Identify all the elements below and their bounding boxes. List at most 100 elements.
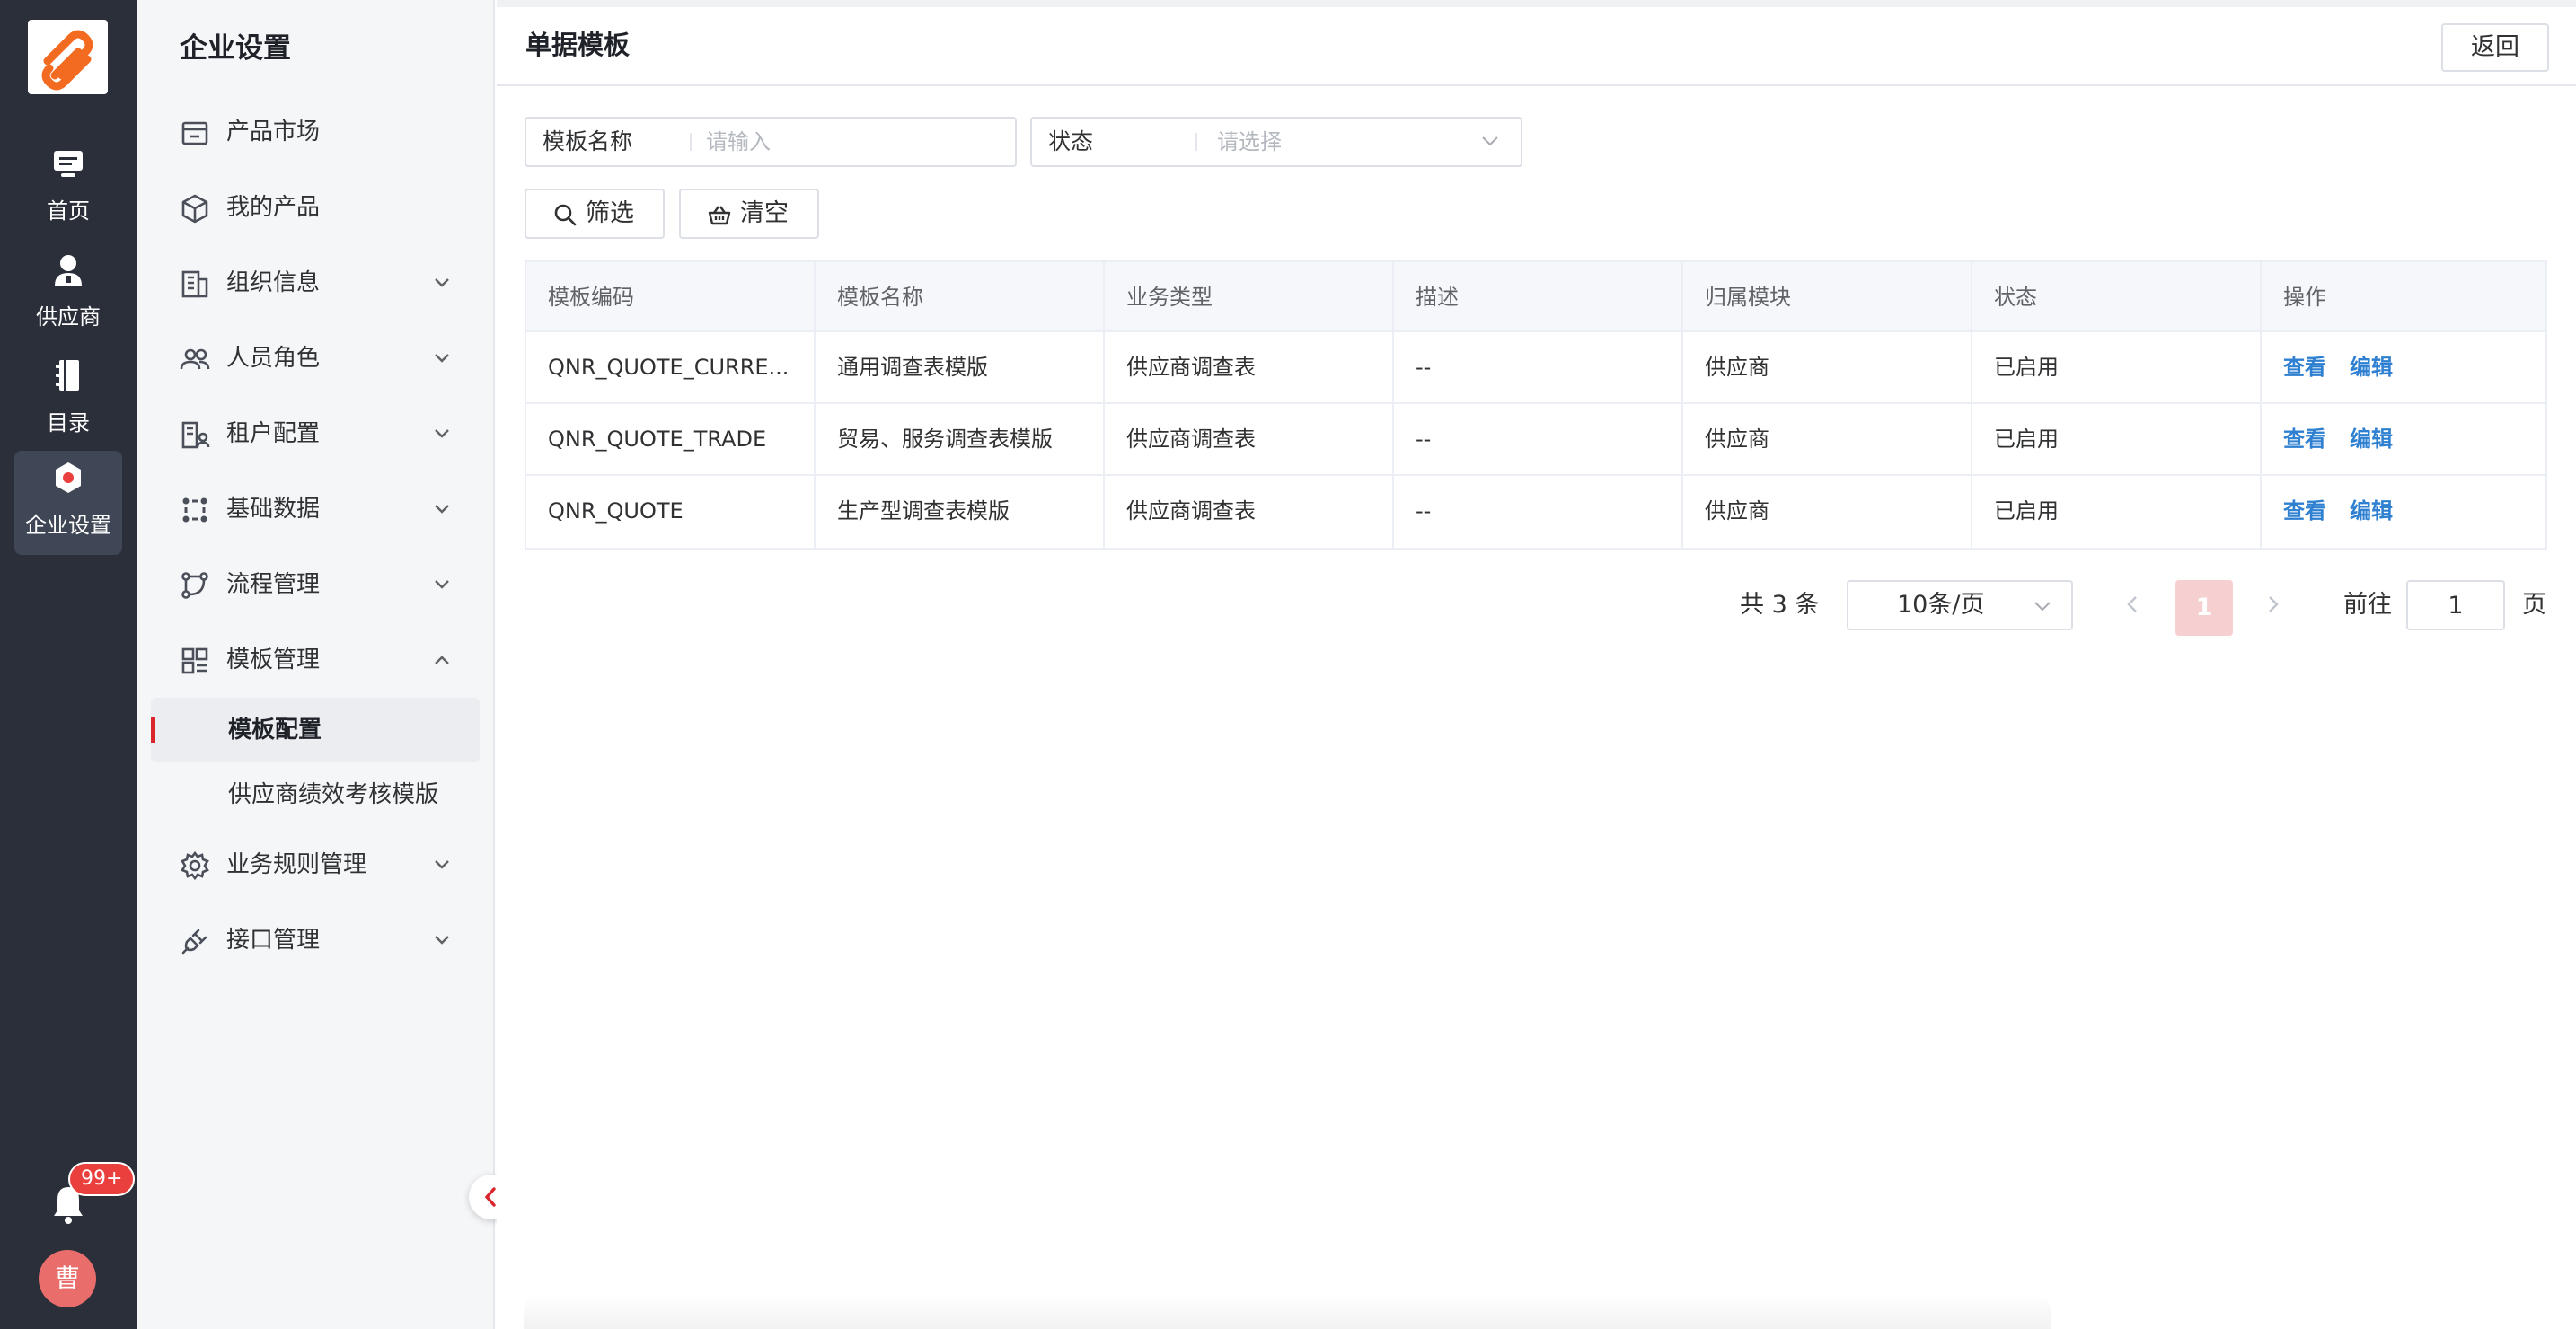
- cell-biz-type: 供应商调查表: [1105, 476, 1394, 548]
- edit-link[interactable]: 编辑: [2350, 427, 2393, 452]
- edit-link[interactable]: 编辑: [2350, 355, 2393, 380]
- column-header: 状态: [1972, 262, 2262, 330]
- cell-actions: 查看 编辑: [2262, 476, 2547, 548]
- column-header: 模板编码: [526, 262, 816, 330]
- catalog-book-icon: [56, 360, 79, 391]
- status-label: 状态: [1048, 128, 1094, 154]
- chevron-down-icon: [435, 278, 449, 287]
- cell-module: 供应商: [1683, 476, 1972, 548]
- pagination-total: 共 3 条: [1740, 591, 1820, 619]
- menu-item-business-rules[interactable]: 业务规则管理: [137, 838, 495, 892]
- view-link[interactable]: 查看: [2283, 427, 2326, 452]
- logo-icon: [41, 30, 93, 91]
- table-row: QNR_QUOTE_CURRE... 通用调查表模版 供应商调查表 -- 供应商…: [526, 332, 2545, 404]
- menu-item-label: 接口管理: [226, 927, 321, 954]
- rail-item-supplier[interactable]: 供应商: [14, 242, 122, 347]
- menu-item-template-management[interactable]: 模板管理: [137, 633, 495, 687]
- view-link[interactable]: 查看: [2283, 355, 2326, 380]
- active-indicator: [151, 717, 155, 743]
- menu-item-label: 组织信息: [226, 269, 321, 296]
- page-title: 单据模板: [525, 30, 631, 60]
- brand-logo[interactable]: [28, 20, 108, 94]
- menu-item-product-market[interactable]: 产品市场: [137, 105, 495, 159]
- goto-page-input[interactable]: [2406, 580, 2505, 630]
- people-icon: [180, 348, 210, 370]
- clear-button[interactable]: 清空: [679, 189, 819, 239]
- settings-menu: 企业设置 产品市场 我的产品 组织信息 人员角色 租户配置 基础数据 流程管理 …: [137, 0, 495, 1329]
- menu-item-label: 租户配置: [226, 420, 321, 447]
- next-page-button[interactable]: [2259, 591, 2286, 618]
- submenu-item-supplier-performance-template[interactable]: 供应商绩效考核模版: [151, 762, 480, 827]
- cell-code: QNR_QUOTE: [526, 476, 816, 548]
- rail-item-catalog[interactable]: 目录: [14, 348, 122, 453]
- column-header: 业务类型: [1105, 262, 1394, 330]
- back-button[interactable]: 返回: [2441, 23, 2549, 72]
- menu-item-flow-management[interactable]: 流程管理: [137, 558, 495, 612]
- cell-code: QNR_QUOTE_CURRE...: [526, 332, 816, 402]
- submenu-item-label: 模板配置: [228, 717, 322, 744]
- submenu-item-template-config[interactable]: 模板配置: [151, 698, 480, 762]
- page-size-select[interactable]: 10条/页: [1847, 580, 2073, 630]
- cell-actions: 查看 编辑: [2262, 404, 2547, 474]
- plug-icon: [181, 929, 207, 955]
- table-row: QNR_QUOTE 生产型调查表模版 供应商调查表 -- 供应商 已启用 查看编…: [526, 476, 2545, 548]
- menu-item-org-info[interactable]: 组织信息: [137, 256, 495, 310]
- chevron-down-icon: [435, 936, 449, 945]
- rail-item-label: 目录: [47, 410, 90, 436]
- cell-actions: 查看 编辑: [2262, 332, 2547, 402]
- filter-button[interactable]: 筛选: [525, 189, 665, 239]
- chevron-down-icon: [2034, 602, 2051, 612]
- cell-module: 供应商: [1683, 404, 1972, 474]
- menu-item-interface-management[interactable]: 接口管理: [137, 913, 495, 967]
- table-header-row: 模板编码 模板名称 业务类型 描述 归属模块 状态 操作: [526, 262, 2545, 332]
- rail-item-label: 首页: [47, 198, 90, 224]
- chevron-down-icon: [435, 354, 449, 363]
- data-icon: [182, 497, 207, 523]
- page-number-current[interactable]: 1: [2175, 580, 2233, 636]
- menu-item-label: 基础数据: [226, 496, 321, 523]
- tenant-icon: [181, 421, 210, 449]
- cell-status: 已启用: [1972, 404, 2262, 474]
- supplier-user-icon: [55, 255, 82, 286]
- store-icon: [181, 121, 208, 145]
- menu-item-tenant-config[interactable]: 租户配置: [137, 407, 495, 461]
- menu-item-base-data[interactable]: 基础数据: [137, 482, 495, 536]
- template-icon: [181, 647, 208, 674]
- menu-item-people-roles[interactable]: 人员角色: [137, 331, 495, 385]
- chevron-down-icon: [435, 860, 449, 869]
- template-name-filter: 模板名称: [525, 117, 1017, 167]
- rail-item-label: 企业设置: [25, 513, 111, 538]
- left-rail: 首页 供应商 目录 企业设置 99+ 曹: [0, 0, 137, 1329]
- chevron-down-icon: [435, 505, 449, 514]
- menu-item-my-products[interactable]: 我的产品: [137, 180, 495, 234]
- status-select-placeholder: 请选择: [1217, 129, 1282, 154]
- cell-biz-type: 供应商调查表: [1105, 332, 1394, 402]
- menu-item-label: 流程管理: [226, 571, 321, 598]
- view-link[interactable]: 查看: [2283, 498, 2326, 524]
- monitor-icon: [54, 151, 83, 177]
- filter-button-label: 筛选: [586, 199, 634, 227]
- field-separator: [690, 133, 692, 151]
- rail-item-label: 供应商: [36, 304, 101, 330]
- menu-item-label: 我的产品: [226, 194, 321, 221]
- prev-page-button[interactable]: [2120, 591, 2147, 618]
- search-icon: [554, 204, 577, 226]
- template-name-label: 模板名称: [543, 128, 633, 154]
- avatar[interactable]: 曹: [39, 1250, 96, 1307]
- chevron-down-icon: [435, 580, 449, 589]
- template-name-input[interactable]: [706, 124, 1002, 160]
- template-table: 模板编码 模板名称 业务类型 描述 归属模块 状态 操作 QNR_QUOTE_C…: [525, 260, 2547, 550]
- column-header: 描述: [1394, 262, 1683, 330]
- basket-clear-icon: [708, 206, 731, 225]
- rail-item-home[interactable]: 首页: [14, 136, 122, 241]
- field-separator: [1195, 133, 1197, 151]
- menu-item-label: 业务规则管理: [226, 851, 367, 878]
- cell-code: QNR_QUOTE_TRADE: [526, 404, 816, 474]
- bottom-shadow: [524, 1293, 2051, 1329]
- notification-badge: 99+: [68, 1162, 136, 1196]
- rail-item-enterprise-settings[interactable]: 企业设置: [14, 451, 122, 555]
- edit-link[interactable]: 编辑: [2350, 498, 2393, 524]
- cell-biz-type: 供应商调查表: [1105, 404, 1394, 474]
- column-header: 归属模块: [1683, 262, 1972, 330]
- status-filter[interactable]: 状态 请选择: [1030, 117, 1522, 167]
